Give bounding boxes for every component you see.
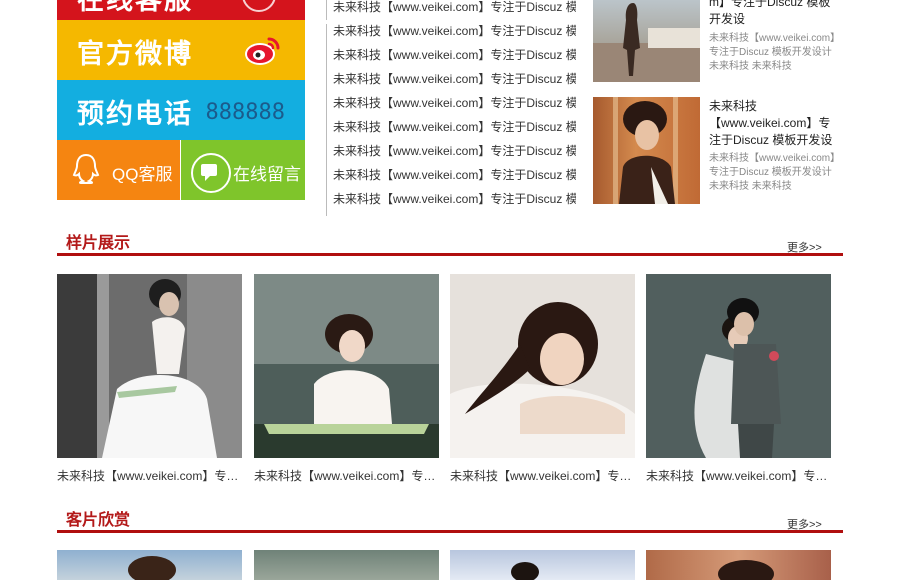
phone-label: 预约电话 xyxy=(77,99,193,129)
news-item[interactable]: 未来科技【www.veikei.com】专注于Discuz 模 xyxy=(326,0,576,20)
news-item[interactable]: 未来科技【www.veikei.com】专注于Discuz 模 xyxy=(326,168,576,192)
news-item[interactable]: 未来科技【www.veikei.com】专注于Discuz 模 xyxy=(326,144,576,168)
weibo-tile[interactable]: 官方微博 xyxy=(57,20,305,80)
news-item[interactable]: 未来科技【www.veikei.com】专注于Discuz 模 xyxy=(326,24,576,48)
featured-title[interactable]: 未来科技【www.veikei.com】专注于Discuz 模板开发设 xyxy=(709,98,841,149)
weibo-label: 官方微博 xyxy=(77,39,193,69)
phone-number: 888888 xyxy=(205,100,285,125)
sample-thumbnail[interactable] xyxy=(57,274,242,458)
featured-photo[interactable] xyxy=(593,0,700,82)
sample-caption[interactable]: 未来科技【www.veikei.com】专注... xyxy=(254,467,439,484)
sample-caption[interactable]: 未来科技【www.veikei.com】专注... xyxy=(450,467,635,484)
sample-thumbnail[interactable] xyxy=(450,274,635,458)
customer-thumbnail[interactable] xyxy=(646,550,831,580)
message-label: 在线留言 xyxy=(233,165,301,184)
news-link[interactable]: 未来科技【www.veikei.com】专注于Discuz 模 xyxy=(333,168,576,182)
news-link[interactable]: 未来科技【www.veikei.com】专注于Discuz 模 xyxy=(333,96,576,110)
news-item[interactable]: 未来科技【www.veikei.com】专注于Discuz 模 xyxy=(326,120,576,144)
customer-thumbnail[interactable] xyxy=(450,550,635,580)
customer-section-title: 客片欣赏 xyxy=(66,512,131,529)
customer-divider xyxy=(57,530,843,533)
qq-penguin-icon xyxy=(72,153,100,184)
news-item[interactable]: 未来科技【www.veikei.com】专注于Discuz 模 xyxy=(326,96,576,120)
news-item[interactable]: 未来科技【www.veikei.com】专注于Discuz 模 xyxy=(326,48,576,72)
sample-thumbnail[interactable] xyxy=(646,274,831,458)
news-link[interactable]: 未来科技【www.veikei.com】专注于Discuz 模 xyxy=(333,0,576,14)
chat-bubble-icon xyxy=(191,153,231,193)
qq-service-tile[interactable]: QQ客服 xyxy=(57,140,180,200)
featured-photo[interactable] xyxy=(593,97,700,204)
sample-caption[interactable]: 未来科技【www.veikei.com】专注... xyxy=(57,467,242,484)
online-service-tile[interactable]: 在线客服 xyxy=(57,0,305,20)
news-item[interactable]: 未来科技【www.veikei.com】专注于Discuz 模 xyxy=(326,192,576,216)
news-link[interactable]: 未来科技【www.veikei.com】专注于Discuz 模 xyxy=(333,144,576,158)
sample-caption[interactable]: 未来科技【www.veikei.com】专注... xyxy=(646,467,831,484)
featured-title[interactable]: m】专注于Discuz 模板开发设 xyxy=(709,0,841,28)
weibo-icon xyxy=(245,37,280,65)
service-icon xyxy=(242,0,276,12)
customer-thumbnail[interactable] xyxy=(254,550,439,580)
message-tile[interactable]: 在线留言 xyxy=(181,140,305,200)
news-item[interactable]: 未来科技【www.veikei.com】专注于Discuz 模 xyxy=(326,72,576,96)
featured-desc: 未来科技【www.veikei.com】专注于Discuz 模板开发设计 未来科… xyxy=(709,33,841,72)
customer-thumbnail[interactable] xyxy=(57,550,242,580)
news-link[interactable]: 未来科技【www.veikei.com】专注于Discuz 模 xyxy=(333,72,576,86)
samples-section-title: 样片展示 xyxy=(66,235,131,252)
news-link[interactable]: 未来科技【www.veikei.com】专注于Discuz 模 xyxy=(333,120,576,134)
news-link[interactable]: 未来科技【www.veikei.com】专注于Discuz 模 xyxy=(333,24,576,38)
samples-divider xyxy=(57,253,843,256)
qq-service-label: QQ客服 xyxy=(112,165,173,184)
news-list: 未来科技【www.veikei.com】专注于Discuz 模 未来科技【www… xyxy=(326,0,576,216)
phone-tile[interactable]: 预约电话 888888 xyxy=(57,80,305,140)
featured-desc: 未来科技【www.veikei.com】专注于Discuz 模板开发设计 未来科… xyxy=(709,153,841,192)
sample-thumbnail[interactable] xyxy=(254,274,439,458)
news-link[interactable]: 未来科技【www.veikei.com】专注于Discuz 模 xyxy=(333,48,576,62)
online-service-label: 在线客服 xyxy=(77,0,193,15)
news-link[interactable]: 未来科技【www.veikei.com】专注于Discuz 模 xyxy=(333,192,576,206)
